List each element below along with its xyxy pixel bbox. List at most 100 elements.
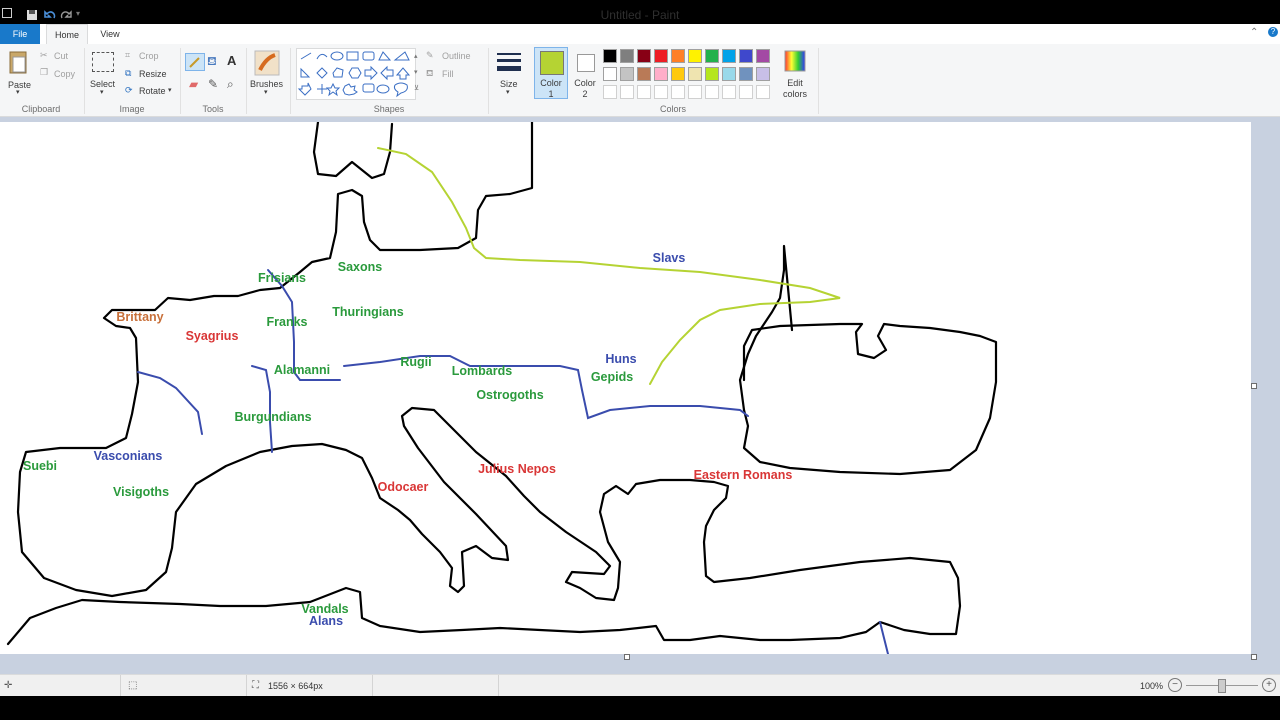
screen-bottom-bar	[0, 696, 1280, 720]
window-title: Untitled - Paint	[600, 8, 680, 22]
zoom-out-icon[interactable]: −	[1168, 678, 1182, 692]
resize-handle-right[interactable]	[1251, 383, 1257, 389]
map-label-rugii: Rugii	[400, 355, 432, 369]
size-dropdown-icon[interactable]: ▾	[506, 88, 510, 96]
map-label-frisians: Frisians	[258, 271, 306, 285]
shapes-more-icon[interactable]: ⊻	[414, 84, 419, 92]
tab-file[interactable]: File	[0, 24, 40, 44]
copy-icon: ❐	[40, 67, 49, 77]
rotate-icon: ⟳	[125, 85, 133, 95]
palette-swatch[interactable]	[739, 49, 753, 63]
palette-swatch[interactable]	[739, 67, 753, 81]
palette-swatch[interactable]	[722, 67, 736, 81]
nile-river	[879, 621, 889, 654]
palette-swatch-empty[interactable]	[637, 85, 651, 99]
palette-swatch[interactable]	[756, 49, 770, 63]
resize-handle-bottom[interactable]	[624, 654, 630, 660]
zoom-in-icon[interactable]: +	[1262, 678, 1276, 692]
shapes-gallery[interactable]	[296, 48, 416, 100]
brushes-dropdown-icon[interactable]: ▾	[264, 88, 268, 96]
palette-swatch[interactable]	[620, 49, 634, 63]
shapes-scroll-down-icon[interactable]: ▾	[414, 68, 418, 76]
resize-icon: ⧉	[125, 68, 132, 78]
rotate-dropdown-icon[interactable]: ▾	[168, 86, 172, 94]
brushes-icon[interactable]	[254, 50, 280, 76]
palette-swatch[interactable]	[671, 67, 685, 81]
fill-button[interactable]: Fill	[442, 69, 454, 79]
paste-dropdown-icon[interactable]: ▾	[16, 88, 20, 96]
map-label-ostrogoths: Ostrogoths	[476, 388, 544, 402]
palette-swatch-empty[interactable]	[739, 85, 753, 99]
palette-swatch-empty[interactable]	[671, 85, 685, 99]
outline-button[interactable]: Outline	[442, 51, 471, 61]
status-divider	[372, 675, 373, 697]
edit-colors-button[interactable]: Edit colors	[778, 78, 812, 100]
baltic-coast-outline	[6, 122, 962, 646]
palette-swatch-empty[interactable]	[688, 85, 702, 99]
magnifier-icon[interactable]: ⌕	[227, 77, 234, 92]
fill-bucket-icon[interactable]: ⛾	[207, 54, 217, 70]
copy-button[interactable]: Copy	[54, 69, 75, 79]
rotate-button[interactable]: Rotate	[139, 86, 166, 96]
status-divider	[120, 675, 121, 697]
map-label-slavs: Slavs	[652, 251, 686, 265]
tab-home[interactable]: Home	[46, 24, 88, 46]
shapes-group-label: Shapes	[373, 104, 405, 114]
map-label-julius-nepos: Julius Nepos	[478, 462, 556, 476]
edit-colors-icon[interactable]	[784, 50, 806, 72]
select-dropdown-icon[interactable]: ▾	[100, 88, 104, 96]
color2-label[interactable]: Color 2	[570, 78, 600, 100]
palette-swatch-empty[interactable]	[603, 85, 617, 99]
crop-button[interactable]: Crop	[139, 51, 159, 61]
palette-swatch-empty[interactable]	[756, 85, 770, 99]
tools-group-label: Tools	[202, 104, 224, 114]
cut-button[interactable]: Cut	[54, 51, 68, 61]
palette-swatch[interactable]	[688, 67, 702, 81]
map-label-lombards: Lombards	[451, 364, 513, 378]
text-tool-icon[interactable]: A	[227, 53, 236, 68]
clipboard-group-label: Clipboard	[21, 104, 61, 114]
palette-swatch[interactable]	[603, 67, 617, 81]
resize-handle-corner[interactable]	[1251, 654, 1257, 660]
palette-swatch-empty[interactable]	[654, 85, 668, 99]
color-picker-icon[interactable]: ✎	[208, 77, 218, 91]
palette-swatch[interactable]	[654, 67, 668, 81]
palette-swatch[interactable]	[620, 67, 634, 81]
drawing-canvas[interactable]: Slavs Frisians Saxons Brittany Syagrius Frank…	[0, 122, 1251, 654]
palette-swatch[interactable]	[671, 49, 685, 63]
palette-swatch[interactable]	[637, 67, 651, 81]
map-label-burgundians: Burgundians	[234, 410, 312, 424]
palette-swatch-empty[interactable]	[705, 85, 719, 99]
size-icon[interactable]	[496, 50, 522, 76]
ribbon-divider	[818, 48, 819, 114]
palette-swatch[interactable]	[654, 49, 668, 63]
tab-view[interactable]: View	[92, 24, 128, 44]
map-label-odocaer: Odocaer	[377, 480, 429, 494]
palette-swatch-empty[interactable]	[620, 85, 634, 99]
select-icon[interactable]	[92, 52, 114, 72]
map-drawing	[6, 122, 998, 654]
canvas-dimensions: 1556 × 664px	[268, 681, 323, 691]
map-label-suebi: Suebi	[22, 459, 58, 473]
map-label-saxons: Saxons	[337, 260, 383, 274]
minimize-ribbon-icon[interactable]: ⌃	[1250, 27, 1258, 38]
palette-swatch[interactable]	[705, 67, 719, 81]
color2-swatch[interactable]	[577, 54, 595, 72]
palette-swatch-empty[interactable]	[722, 85, 736, 99]
shapes-scroll-up-icon[interactable]: ▴	[414, 52, 418, 60]
status-divider	[246, 675, 247, 697]
ribbon-divider	[488, 48, 489, 114]
palette-swatch[interactable]	[756, 67, 770, 81]
palette-swatch[interactable]	[722, 49, 736, 63]
palette-swatch[interactable]	[637, 49, 651, 63]
help-icon[interactable]: ?	[1268, 27, 1278, 37]
resize-button[interactable]: Resize	[139, 69, 167, 79]
palette-swatch[interactable]	[688, 49, 702, 63]
paste-icon[interactable]	[8, 49, 28, 75]
palette-swatch[interactable]	[705, 49, 719, 63]
colors-group-label: Colors	[659, 104, 686, 114]
pencil-icon[interactable]	[185, 53, 205, 71]
zoom-slider-thumb[interactable]	[1218, 679, 1226, 693]
palette-swatch[interactable]	[603, 49, 617, 63]
eraser-icon[interactable]: ▰	[189, 77, 198, 91]
